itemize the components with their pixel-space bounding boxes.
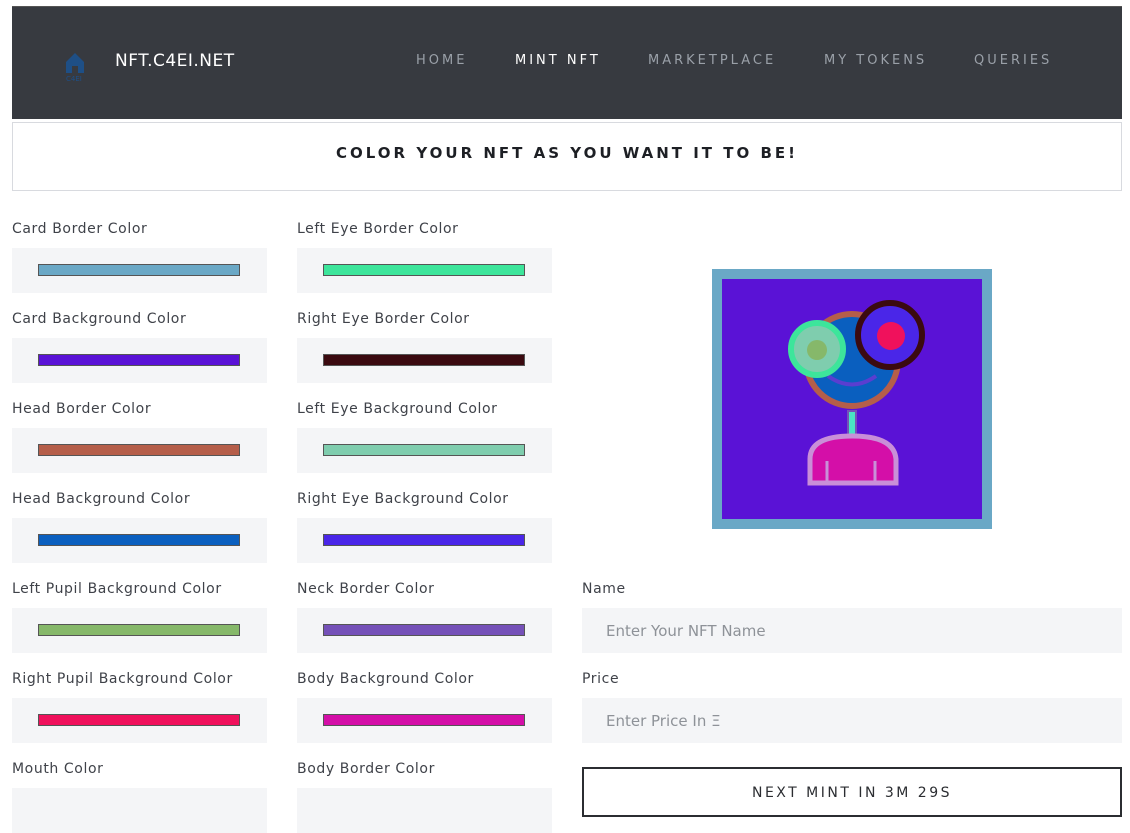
left-eye-border-color-swatch[interactable] [323,264,525,276]
body-border-color-label: Body Border Color [297,761,435,777]
card-border-color-picker[interactable] [12,248,267,293]
right-eye-border-color-label: Right Eye Border Color [297,311,470,327]
right-pupil-background-color-label: Right Pupil Background Color [12,671,233,687]
neck-border-color-swatch[interactable] [323,624,525,636]
left-pupil-background-color-swatch[interactable] [38,624,240,636]
left-eye-border-color-picker[interactable] [297,248,552,293]
body-background-color-label: Body Background Color [297,671,474,687]
nav-marketplace[interactable]: MARKETPLACE [648,53,776,68]
card-background-color-swatch[interactable] [38,354,240,366]
head-border-color-picker[interactable] [12,428,267,473]
neck-border-color-label: Neck Border Color [297,581,435,597]
nav-my-tokens[interactable]: MY TOKENS [824,53,927,68]
head-background-color-label: Head Background Color [12,491,191,507]
head-background-color-swatch[interactable] [38,534,240,546]
left-eye-background-color-picker[interactable] [297,428,552,473]
body-background-color-swatch[interactable] [323,714,525,726]
navbar: C4EI NFT.C4EI.NET HOME MINT NFT MARKETPL… [12,6,1122,119]
banner: COLOR YOUR NFT AS YOU WANT IT TO BE! [12,122,1122,191]
neck-border-color-picker[interactable] [297,608,552,653]
name-label: Name [582,581,626,597]
svg-text:C4EI: C4EI [66,75,82,82]
mouth-color-label: Mouth Color [12,761,104,777]
next-mint-button[interactable]: NEXT MINT IN 3M 29S [582,767,1122,817]
brand-name[interactable]: NFT.C4EI.NET [115,51,235,71]
name-input[interactable] [582,608,1122,653]
right-eye-border-color-picker[interactable] [297,338,552,383]
left-eye-background-color-label: Left Eye Background Color [297,401,498,417]
right-pupil [877,322,905,350]
c4ei-logo-icon[interactable]: C4EI [64,48,86,82]
banner-title: COLOR YOUR NFT AS YOU WANT IT TO BE! [336,144,798,162]
right-pupil-background-color-picker[interactable] [12,698,267,743]
left-pupil-background-color-label: Left Pupil Background Color [12,581,222,597]
left-eye-border-color-label: Left Eye Border Color [297,221,459,237]
right-eye-border-color-swatch[interactable] [323,354,525,366]
nav-queries[interactable]: QUERIES [974,53,1052,68]
head-border-color-label: Head Border Color [12,401,152,417]
body-background-color-picker[interactable] [297,698,552,743]
head-border-color-swatch[interactable] [38,444,240,456]
price-label: Price [582,671,620,687]
head-background-color-picker[interactable] [12,518,267,563]
mouth-color-picker[interactable] [12,788,267,833]
left-pupil [807,340,827,360]
price-input[interactable] [582,698,1122,743]
card-background-color-label: Card Background Color [12,311,187,327]
right-pupil-background-color-swatch[interactable] [38,714,240,726]
card-border-color-label: Card Border Color [12,221,148,237]
right-eye-background-color-picker[interactable] [297,518,552,563]
body-border-color-picker[interactable] [297,788,552,833]
right-eye-background-color-label: Right Eye Background Color [297,491,509,507]
nav-home[interactable]: HOME [416,53,467,68]
nft-preview [712,269,992,529]
nav-mint-nft[interactable]: MINT NFT [515,53,601,68]
left-eye-background-color-swatch[interactable] [323,444,525,456]
card-border-color-swatch[interactable] [38,264,240,276]
body [807,433,899,486]
card-background-color-picker[interactable] [12,338,267,383]
right-eye-background-color-swatch[interactable] [323,534,525,546]
left-pupil-background-color-picker[interactable] [12,608,267,653]
